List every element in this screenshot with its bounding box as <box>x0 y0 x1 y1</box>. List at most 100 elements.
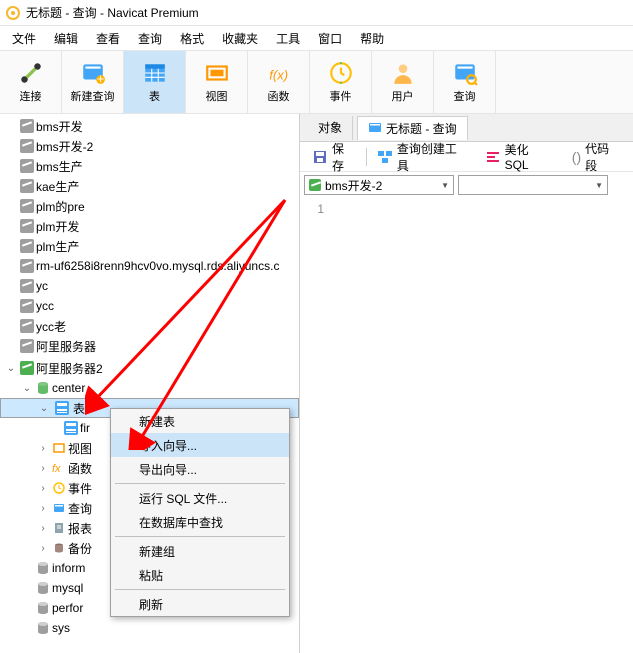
connection-icon <box>20 259 34 273</box>
menu-edit[interactable]: 编辑 <box>46 28 86 49</box>
connection-icon <box>20 159 34 173</box>
menu-window[interactable]: 窗口 <box>310 28 350 49</box>
beautify-icon <box>485 149 501 165</box>
clock-icon <box>328 60 354 86</box>
sql-editor[interactable]: 1 <box>300 198 633 653</box>
database-icon <box>36 561 50 575</box>
tree-connection[interactable]: bms开发-2 <box>0 136 299 156</box>
title-bar: 无标题 - 查询 - Navicat Premium <box>0 0 633 26</box>
menu-view[interactable]: 查看 <box>88 28 128 49</box>
database-select[interactable]: ▼ <box>458 175 608 195</box>
tool-new-query[interactable]: + 新建查询 <box>62 51 124 113</box>
right-panel: 对象 无标题 - 查询 保存 查询创建工具 美化 SQL () <box>300 114 633 653</box>
backup-icon <box>52 541 66 555</box>
tool-event[interactable]: 事件 <box>310 51 372 113</box>
tab-objects[interactable]: 对象 <box>308 116 353 140</box>
menu-help[interactable]: 帮助 <box>352 28 392 49</box>
menu-file[interactable]: 文件 <box>4 28 44 49</box>
snippet-button[interactable]: () 代码段 <box>566 138 627 176</box>
table-icon <box>64 421 78 435</box>
connection-icon <box>20 239 34 253</box>
connection-icon <box>20 179 34 193</box>
connection-icon <box>309 179 321 191</box>
menu-favorites[interactable]: 收藏夹 <box>214 28 266 49</box>
new-query-icon: + <box>80 60 106 86</box>
chevron-down-icon: ⌄ <box>4 363 18 374</box>
tree-database[interactable]: ⌄ center <box>0 378 299 398</box>
chevron-down-icon: ⌄ <box>20 383 34 394</box>
function-icon: f(x) <box>266 60 292 86</box>
app-icon <box>6 6 20 20</box>
context-menu-item[interactable]: 新建组 <box>111 539 289 563</box>
main-toolbar: 连接 + 新建查询 表 视图 f(x) 函数 事件 用户 查询 <box>0 50 633 114</box>
context-menu-item[interactable]: 刷新 <box>111 592 289 616</box>
view-icon <box>204 60 230 86</box>
chevron-down-icon: ▼ <box>441 181 449 190</box>
menu-tools[interactable]: 工具 <box>268 28 308 49</box>
report-icon <box>52 521 66 535</box>
tree-connection[interactable]: plm生产 <box>0 236 299 256</box>
tree-connection[interactable]: bms开发 <box>0 116 299 136</box>
tool-function[interactable]: f(x) 函数 <box>248 51 310 113</box>
connection-icon <box>20 139 34 153</box>
context-menu: 新建表导入向导...导出向导... 运行 SQL 文件...在数据库中查找新建组粘… <box>110 408 290 617</box>
tree-connection[interactable]: kae生产 <box>0 176 299 196</box>
query-icon <box>452 60 478 86</box>
connection-icon <box>20 119 34 133</box>
tree-connection[interactable]: 阿里服务器 <box>0 336 299 356</box>
user-icon <box>390 60 416 86</box>
save-button[interactable]: 保存 <box>306 138 362 176</box>
tree-connection[interactable]: yc <box>0 276 299 296</box>
view-icon <box>52 441 66 455</box>
chevron-down-icon: ▼ <box>595 181 603 190</box>
line-gutter: 1 <box>306 202 330 649</box>
tree-connection[interactable]: bms生产 <box>0 156 299 176</box>
query-toolbar: 保存 查询创建工具 美化 SQL () 代码段 <box>300 142 633 172</box>
query-builder-button[interactable]: 查询创建工具 <box>371 138 475 176</box>
chevron-right-icon: › <box>36 443 50 454</box>
database-icon <box>36 601 50 615</box>
chevron-down-icon: ⌄ <box>37 403 51 414</box>
plug-icon <box>18 60 44 86</box>
save-icon <box>312 149 328 165</box>
database-icon <box>36 381 50 395</box>
chevron-right-icon: › <box>36 523 50 534</box>
context-menu-item[interactable]: 新建表 <box>111 409 289 433</box>
tab-query[interactable]: 无标题 - 查询 <box>357 116 468 140</box>
chevron-right-icon: › <box>36 463 50 474</box>
tool-view[interactable]: 视图 <box>186 51 248 113</box>
tree-connection[interactable]: ycc老 <box>0 316 299 336</box>
tool-connect[interactable]: 连接 <box>0 51 62 113</box>
query-icon <box>52 501 66 515</box>
context-menu-item[interactable]: 粘贴 <box>111 563 289 587</box>
context-menu-item[interactable]: 导入向导... <box>111 433 289 457</box>
builder-icon <box>377 149 393 165</box>
snippet-icon: () <box>572 149 581 165</box>
tree-connection[interactable]: plm的pre <box>0 196 299 216</box>
query-selectors: bms开发-2 ▼ ▼ <box>300 172 633 198</box>
connection-select[interactable]: bms开发-2 ▼ <box>304 175 454 195</box>
svg-text:+: + <box>96 71 104 86</box>
context-menu-item[interactable]: 在数据库中查找 <box>111 510 289 534</box>
connection-icon <box>20 319 34 333</box>
tree-connection[interactable]: plm开发 <box>0 216 299 236</box>
tree-connection[interactable]: ycc <box>0 296 299 316</box>
tool-table[interactable]: 表 <box>124 51 186 113</box>
tree-database[interactable]: sys <box>0 618 299 638</box>
tree-connection[interactable]: rm-uf6258i8renn9hcv0vo.mysql.rds.aliyunc… <box>0 256 299 276</box>
svg-text:f(x): f(x) <box>269 68 288 83</box>
tree-connection-active[interactable]: ⌄ 阿里服务器2 <box>0 358 299 378</box>
chevron-right-icon: › <box>36 483 50 494</box>
context-menu-item[interactable]: 导出向导... <box>111 457 289 481</box>
window-title: 无标题 - 查询 - Navicat Premium <box>26 4 199 21</box>
tool-user[interactable]: 用户 <box>372 51 434 113</box>
database-icon <box>36 621 50 635</box>
menu-query[interactable]: 查询 <box>130 28 170 49</box>
tool-query[interactable]: 查询 <box>434 51 496 113</box>
connection-icon <box>20 299 34 313</box>
context-menu-item[interactable]: 运行 SQL 文件... <box>111 486 289 510</box>
menu-format[interactable]: 格式 <box>172 28 212 49</box>
beautify-sql-button[interactable]: 美化 SQL <box>479 139 562 174</box>
connection-icon <box>20 361 34 375</box>
function-icon: fx <box>52 461 66 475</box>
